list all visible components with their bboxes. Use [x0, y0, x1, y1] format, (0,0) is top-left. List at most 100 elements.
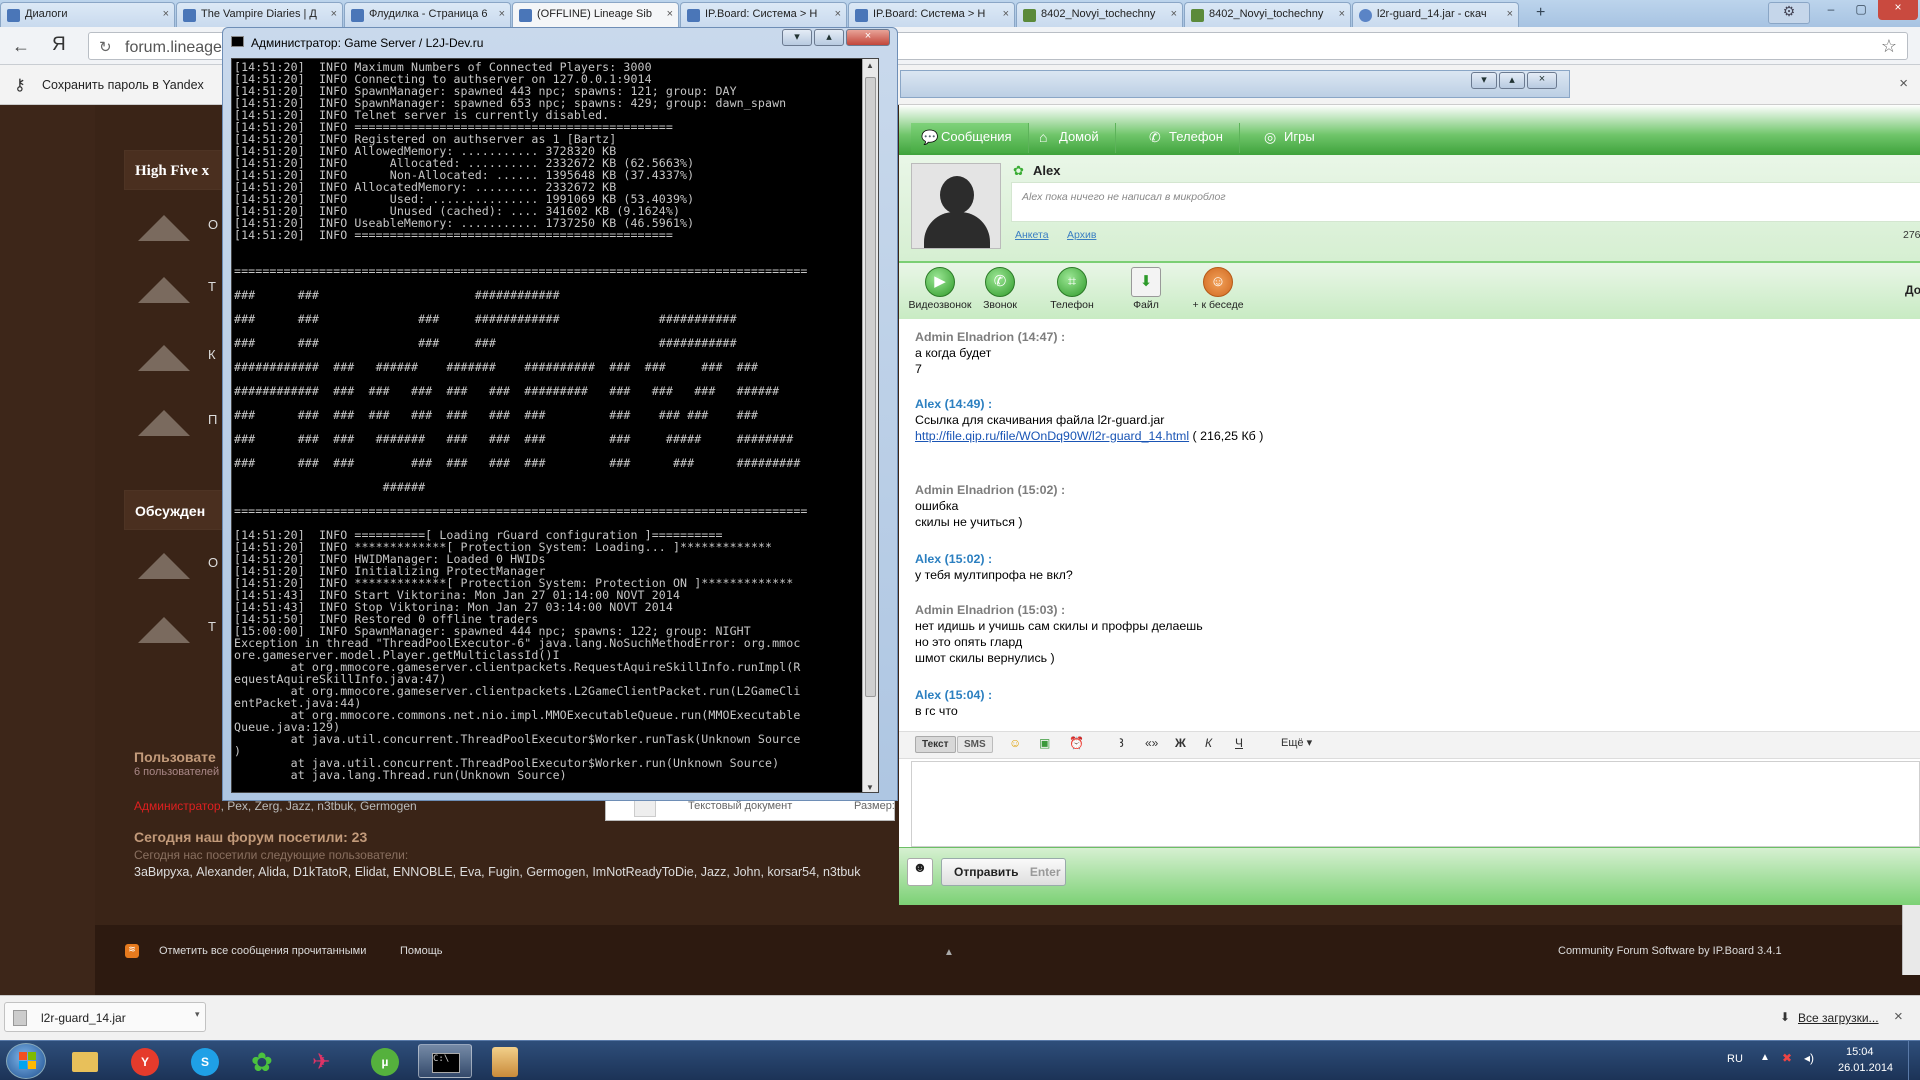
console-output[interactable]: [14:51:20] INFO Maximum Numbers of Conne… [231, 58, 879, 793]
browser-tab[interactable]: IP.Board: Система > Н × [680, 2, 847, 27]
browser-tab-active[interactable]: (OFFLINE) Lineage Sib × [512, 2, 679, 27]
maximize-icon[interactable]: ▴ [814, 29, 844, 46]
browser-tab[interactable]: 8402_Novyi_tochechny × [1184, 2, 1351, 27]
new-tab-button[interactable]: + [1536, 4, 1545, 22]
start-button[interactable] [6, 1043, 46, 1079]
forum-link[interactable]: О [208, 217, 218, 232]
speaker-icon[interactable]: ◂) [1804, 1051, 1814, 1065]
tab-phone[interactable]: ✆ Телефон [1139, 123, 1240, 153]
close-icon[interactable]: × [1507, 8, 1513, 20]
alarm-icon[interactable]: ⏰ [1069, 736, 1084, 750]
translit-icon[interactable]: Ꜣ [1119, 736, 1124, 750]
smiley-icon[interactable]: ☺ [1009, 736, 1021, 750]
scroll-up-icon[interactable]: ▲ [866, 61, 874, 70]
close-icon[interactable]: × [846, 29, 890, 46]
window-close-icon[interactable]: × [1878, 0, 1918, 20]
clock-date[interactable]: 26.01.2014 [1838, 1062, 1893, 1074]
explorer-taskbar-icon[interactable] [58, 1044, 112, 1078]
all-downloads-link[interactable]: Все загрузки... [1798, 1011, 1879, 1025]
browser-tab[interactable]: Диалоги × [0, 2, 175, 27]
forum-link[interactable]: Т [208, 619, 216, 634]
quote-icon[interactable]: «» [1145, 736, 1158, 750]
bold-icon[interactable]: Ж [1175, 736, 1186, 750]
file-button[interactable]: ⬇ Файл [1111, 267, 1181, 311]
scroll-top-icon[interactable]: ▲ [944, 947, 954, 958]
close-icon[interactable]: × [163, 8, 169, 20]
close-icon[interactable]: × [1171, 8, 1177, 20]
close-icon[interactable]: × [1899, 75, 1908, 92]
close-icon[interactable]: × [667, 8, 673, 20]
underline-icon[interactable]: Ч [1235, 736, 1243, 750]
phone-button[interactable]: ⌗ Телефон [1037, 267, 1107, 311]
forum-link[interactable]: П [208, 412, 217, 427]
message-input[interactable] [911, 761, 1920, 847]
forum-link[interactable]: О [208, 555, 218, 570]
console-taskbar-icon[interactable]: C:\ [418, 1044, 472, 1078]
qip-taskbar-icon[interactable]: ✿ [238, 1044, 292, 1078]
image-icon[interactable]: ▣ [1039, 736, 1050, 750]
send-button[interactable]: Отправить Enter [941, 858, 1066, 886]
clock-time[interactable]: 15:04 [1846, 1046, 1874, 1058]
save-password-text[interactable]: Сохранить пароль в Yandex [42, 78, 204, 92]
italic-icon[interactable]: К [1205, 736, 1212, 750]
network-warning-icon[interactable]: ✖ [1782, 1051, 1792, 1065]
close-icon[interactable]: × [499, 8, 505, 20]
file-download-link[interactable]: http://file.qip.ru/file/WOnDq90W/l2r-gua… [915, 429, 1189, 443]
utorrent-taskbar-icon[interactable]: µ [358, 1044, 412, 1078]
settings-gear-icon[interactable]: ⚙ [1768, 2, 1810, 24]
browser-tab[interactable]: l2r-guard_14.jar - скач × [1352, 2, 1519, 27]
close-icon[interactable]: × [1003, 8, 1009, 20]
close-icon[interactable]: × [1894, 1008, 1903, 1025]
user-avatar-icon[interactable]: ☻ [907, 858, 933, 886]
skype-taskbar-icon[interactable]: S [178, 1044, 232, 1078]
yandex-browser-taskbar-icon[interactable]: Y [118, 1044, 172, 1078]
yandex-logo[interactable]: Я [52, 34, 66, 56]
forum-link[interactable]: К [208, 347, 216, 362]
browser-tab[interactable]: Флудилка - Страница 6 × [344, 2, 511, 27]
text-mode-tab[interactable]: Текст [915, 736, 956, 753]
browser-tab[interactable]: IP.Board: Система > Н × [848, 2, 1015, 27]
console-scrollbar[interactable]: ▲ ▼ [862, 59, 878, 792]
minimize-icon[interactable]: ▾ [782, 29, 812, 46]
chevron-down-icon[interactable]: ▾ [195, 1009, 200, 1020]
close-icon[interactable]: × [1339, 8, 1345, 20]
help-link[interactable]: Помощь [400, 945, 443, 957]
tray-expand-icon[interactable]: ▲ [1760, 1052, 1770, 1063]
language-indicator[interactable]: RU [1727, 1053, 1743, 1065]
reload-icon[interactable]: ↻ [99, 38, 112, 56]
profile-link[interactable]: Анкета [1015, 229, 1049, 241]
tab-home[interactable]: ⌂ Домой [1029, 123, 1116, 153]
mark-read-link[interactable]: Отметить все сообщения прочитанными [159, 945, 366, 957]
scroll-thumb[interactable] [865, 77, 876, 697]
page-scrollbar[interactable] [1902, 905, 1920, 975]
close-icon[interactable]: × [331, 8, 337, 20]
add-to-chat-button[interactable]: ☺ + к беседе [1183, 267, 1253, 311]
app-taskbar-icon[interactable]: ✈ [298, 1044, 352, 1078]
forum-link[interactable]: Т [208, 279, 216, 294]
rss-icon[interactable]: ≋ [125, 944, 139, 958]
user-links[interactable]: , Pex, Zerg, Jazz, n3tbuk, Germogen [221, 799, 417, 813]
maximize-icon[interactable]: ▴ [1499, 72, 1525, 89]
call-button[interactable]: ✆ Звонок [965, 267, 1035, 311]
close-icon[interactable]: × [835, 8, 841, 20]
bookmark-star-icon[interactable]: ☆ [1881, 36, 1897, 57]
archive-link[interactable]: Архив [1067, 229, 1096, 241]
game-taskbar-icon[interactable] [478, 1044, 532, 1078]
download-item[interactable]: l2r-guard_14.jar ▾ [4, 1002, 206, 1032]
back-arrow-icon[interactable]: ← [12, 36, 30, 57]
user-link[interactable]: Администратор [134, 799, 221, 813]
minimize-icon[interactable]: ▾ [1471, 72, 1497, 89]
scroll-down-icon[interactable]: ▼ [866, 783, 874, 792]
avatar[interactable] [911, 163, 1001, 249]
minimize-icon[interactable]: – [1818, 2, 1844, 22]
sms-mode-tab[interactable]: SMS [957, 736, 993, 753]
today-visitors-list[interactable]: 3аВируха, Alexander, Alida, D1kTatoR, El… [134, 865, 861, 879]
browser-tab[interactable]: 8402_Novyi_tochechny × [1016, 2, 1183, 27]
maximize-icon[interactable]: ▢ [1848, 2, 1874, 22]
show-desktop-button[interactable] [1908, 1041, 1920, 1080]
browser-tab[interactable]: The Vampire Diaries | Д × [176, 2, 343, 27]
close-icon[interactable]: × [1527, 72, 1557, 89]
more-dropdown[interactable]: Ещё ▾ [1281, 736, 1312, 749]
tab-messages[interactable]: 💬 Сообщения [911, 123, 1029, 153]
tab-games[interactable]: ◎ Игры [1254, 123, 1331, 153]
